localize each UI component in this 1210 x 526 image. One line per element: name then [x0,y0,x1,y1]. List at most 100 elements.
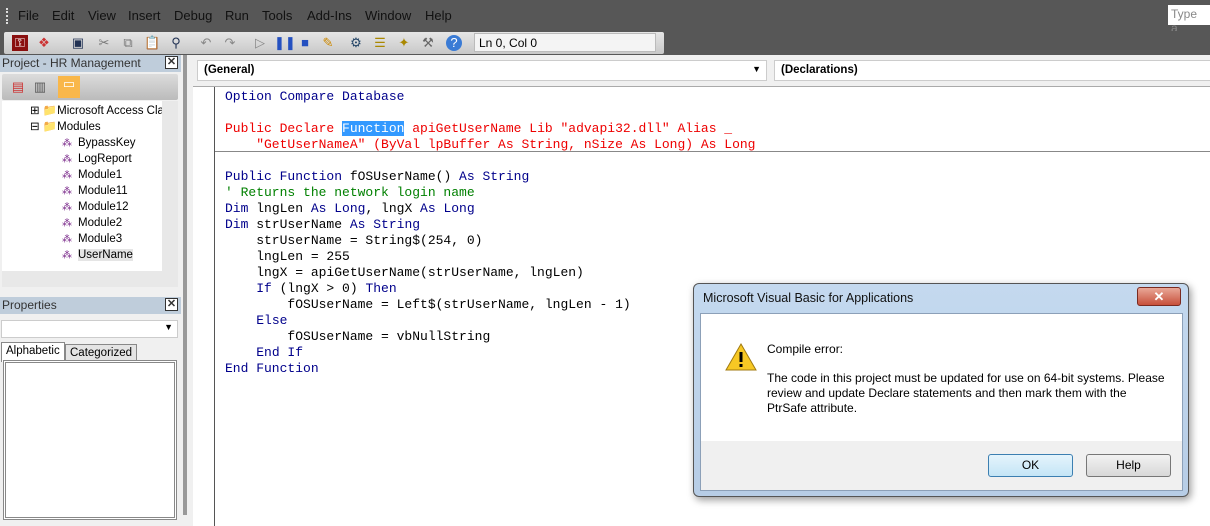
menu-tools[interactable]: Tools [262,8,292,23]
code-token: apiGetUserName Lib "advapi32.dll" Alias … [404,121,733,136]
project-explorer-icon[interactable]: ⚙ [348,35,364,51]
tree-horizontal-scrollbar[interactable] [2,271,178,287]
project-tree: ⊞ 📁Microsoft Access Cla ⊟ 📁Modules ⁂ Bypass… [2,101,162,271]
warning-icon [725,342,757,371]
menu-run[interactable]: Run [225,8,249,23]
expand-icon[interactable]: ⊞ [30,105,43,117]
module-icon: ⁂ [62,202,72,213]
properties-icon[interactable]: ☰ [372,35,388,51]
break-icon[interactable]: ❚❚ [274,35,296,51]
tree-module[interactable]: ⁂ LogReport [62,151,132,167]
menu-edit[interactable]: Edit [52,8,74,23]
tree-module[interactable]: ⁂ Module3 [62,231,122,247]
module-icon: ⁂ [62,234,72,245]
menu-file[interactable]: File [18,8,39,23]
paste-icon[interactable]: 📋 [144,35,160,51]
tree-folder[interactable]: ⊟ 📁Modules [30,119,101,135]
folder-icon: 📁 [42,121,58,133]
view-code-icon[interactable]: ▤ [10,79,26,95]
code-token: fOSUserName = Left$(strUserName, lngLen … [225,297,631,312]
tree-module-label: Module2 [78,217,123,229]
procedure-combo[interactable]: (Declarations) [774,60,1210,81]
tree-module[interactable]: ⁂ UserName [62,247,133,263]
property-list[interactable] [3,360,177,520]
code-token: "GetUserNameA" (ByVal lpBuffer As String… [225,137,756,152]
toggle-folders-icon[interactable]: ▭ [58,76,80,98]
code-line: fOSUserName = vbNullString [225,329,756,345]
tree-module-label: Module11 [78,185,128,197]
module-icon: ⁂ [62,138,72,149]
view-object-icon[interactable]: ▥ [32,79,48,95]
code-token: fOSUserName = vbNullString [225,329,491,344]
close-icon[interactable]: ✕ [165,298,178,311]
code-line: Public Declare Function apiGetUserName L… [225,121,756,137]
tree-module[interactable]: ⁂ Module2 [62,215,122,231]
chevron-down-icon: ▼ [164,322,173,332]
run-icon[interactable]: ▷ [252,35,268,51]
ok-button[interactable]: OK [988,454,1073,477]
menu-help[interactable]: Help [425,8,452,23]
design-mode-icon[interactable]: ✎ [320,35,336,51]
tree-module[interactable]: ⁂ BypassKey [62,135,136,151]
object-combo[interactable]: (General) ▼ [197,60,767,81]
tab-alphabetic[interactable]: Alphabetic [1,342,65,362]
dialog-content: Compile error: The code in this project … [701,314,1182,441]
code-line: strUserName = String$(254, 0) [225,233,756,249]
code-token: lngLen = 255 [225,249,350,264]
save-icon[interactable]: ▣ [70,35,86,51]
chevron-down-icon: ▼ [752,64,761,74]
dialog-close-button[interactable]: ✕ [1137,287,1181,306]
help-button[interactable]: Help [1086,454,1171,477]
tree-module[interactable]: ⁂ Module11 [62,183,128,199]
undo-icon[interactable]: ↶ [198,35,214,51]
code-line: Option Compare Database [225,89,756,105]
tree-module-label: BypassKey [78,137,136,149]
code-token: Dim [225,201,257,216]
find-icon[interactable]: ⚲ [168,35,184,51]
code-token: lngLen [256,201,311,216]
module-icon: ⁂ [62,186,72,197]
code-text[interactable]: Option Compare Database Public Declare Fu… [225,89,756,377]
margin-indicator-bar[interactable] [193,87,215,526]
module-icon: ⁂ [62,250,72,261]
code-line: "GetUserNameA" (ByVal lpBuffer As String… [225,137,756,153]
toolbox-icon[interactable]: ⚒ [420,35,436,51]
menu-grip[interactable] [6,8,8,24]
access-icon[interactable]: ⚿ [12,35,28,51]
tree-folder[interactable]: ⊞ 📁Microsoft Access Cla [30,103,162,119]
object-browser-icon[interactable]: ✦ [396,35,412,51]
code-token: As Long [420,201,475,216]
code-token: If [256,281,280,296]
tree-module[interactable]: ⁂ Module12 [62,199,129,215]
help-search-input[interactable]: Type a [1168,5,1210,35]
reset-icon[interactable]: ■ [297,35,313,51]
tree-module[interactable]: ⁂ Module1 [62,167,122,183]
insert-module-icon[interactable]: ❖ [36,35,52,51]
menu-debug[interactable]: Debug [174,8,212,23]
object-combo-value: (General) [204,64,255,76]
code-token: Then [365,281,397,296]
menu-insert[interactable]: Insert [128,8,161,23]
code-token: fOSUserName() [349,169,460,184]
dialog-title: Microsoft Visual Basic for Applications [703,291,914,305]
redo-icon[interactable]: ↷ [222,35,238,51]
cut-icon[interactable]: ✂ [96,35,112,51]
menu-window[interactable]: Window [365,8,411,23]
tree-vertical-scrollbar[interactable] [162,101,178,271]
tree-module-label: Module12 [78,201,129,213]
code-line: fOSUserName = Left$(strUserName, lngLen … [225,297,756,313]
code-token: End If [256,345,304,360]
code-token: Public Declare [225,121,343,136]
project-title: Project - HR Management [2,56,141,70]
object-select[interactable]: ▼ [1,320,178,338]
menu-add-ins[interactable]: Add-Ins [307,8,352,23]
menu-view[interactable]: View [88,8,116,23]
code-token: lngX = apiGetUserName(strUserName, lngLe… [225,265,584,280]
close-icon[interactable]: ✕ [165,56,178,69]
copy-icon[interactable]: ⧉ [120,35,136,51]
collapse-icon[interactable]: ⊟ [30,121,43,133]
code-token: , lngX [365,201,421,216]
help-icon[interactable]: ? [446,35,462,51]
